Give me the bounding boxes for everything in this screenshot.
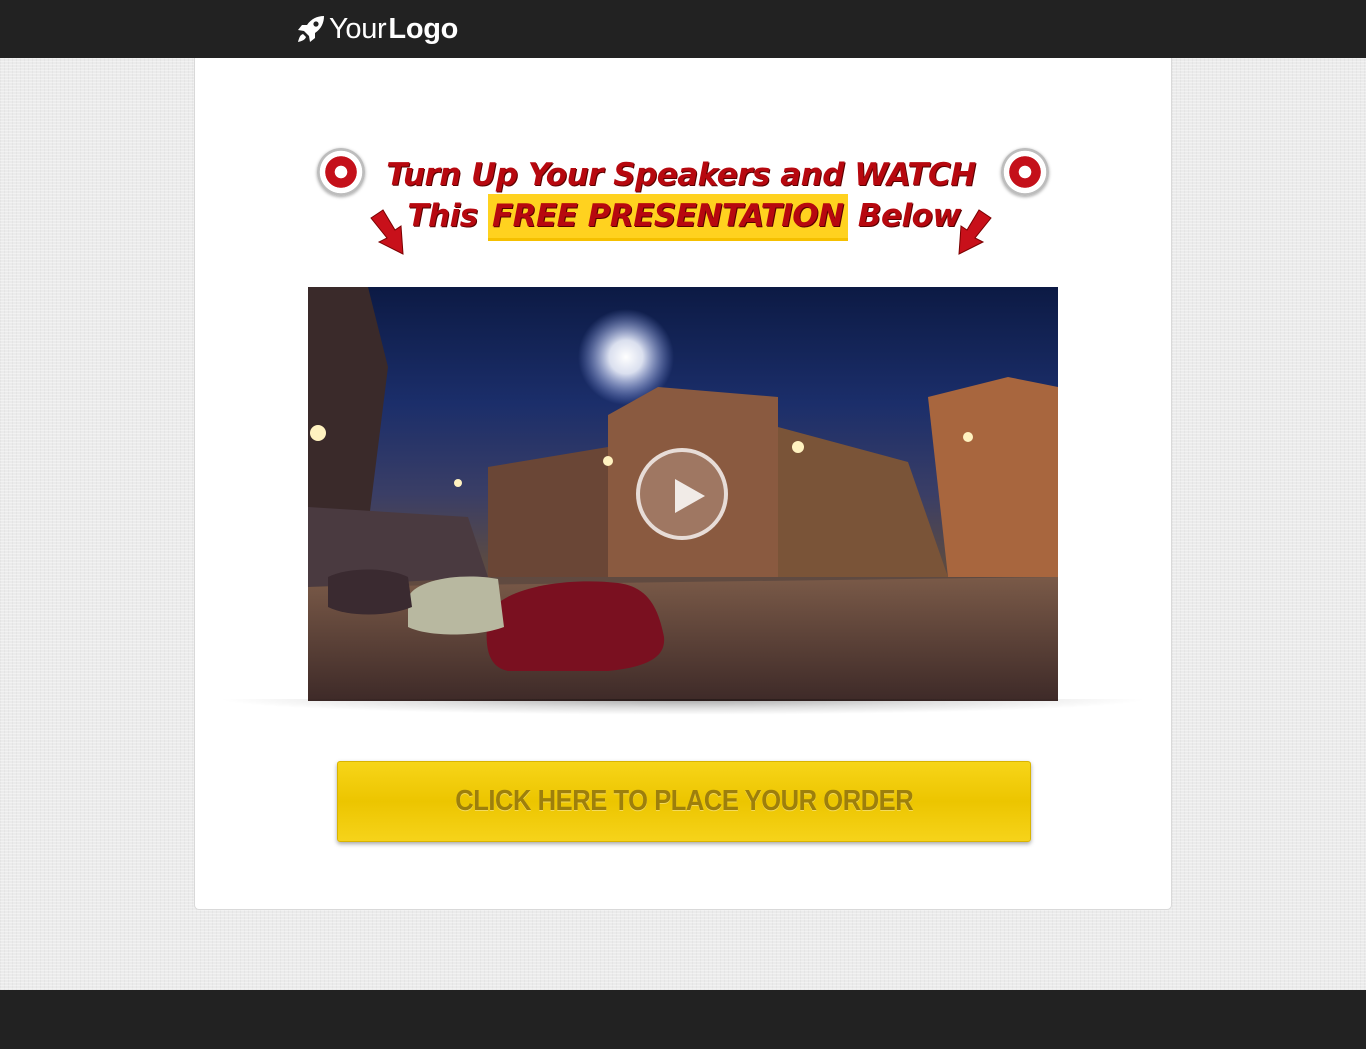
headline-line-1: Turn Up Your Speakers and WATCH [386,157,976,193]
arrow-down-right-icon [370,209,404,255]
main-content-card: Turn Up Your Speakers and WATCH This FRE… [194,58,1172,910]
logo-text-bold: Logo [388,12,459,45]
place-order-button-label: CLICK HERE TO PLACE YOUR ORDER [454,785,914,817]
top-bar: Your Logo [0,0,1366,58]
target-icon [317,148,365,196]
target-icon [1001,148,1049,196]
arrow-down-left-icon [958,209,992,255]
headline-line-2-before: This [407,198,478,234]
place-order-button[interactable]: CLICK HERE TO PLACE YOUR ORDER [337,761,1031,842]
play-button[interactable] [636,448,728,540]
rocket-icon [298,16,324,42]
headline-banner: Turn Up Your Speakers and WATCH This FRE… [317,146,1051,258]
logo-text-regular: Your [329,12,387,45]
footer-bar [0,990,1366,1049]
video-drop-shadow [215,699,1151,715]
video-player[interactable] [308,287,1058,701]
headline-line-2-after: Below [857,198,961,234]
site-logo[interactable]: Your Logo [295,11,458,47]
headline-line-2: This FREE PRESENTATION Below [387,194,981,241]
headline-highlight: FREE PRESENTATION [487,194,848,241]
